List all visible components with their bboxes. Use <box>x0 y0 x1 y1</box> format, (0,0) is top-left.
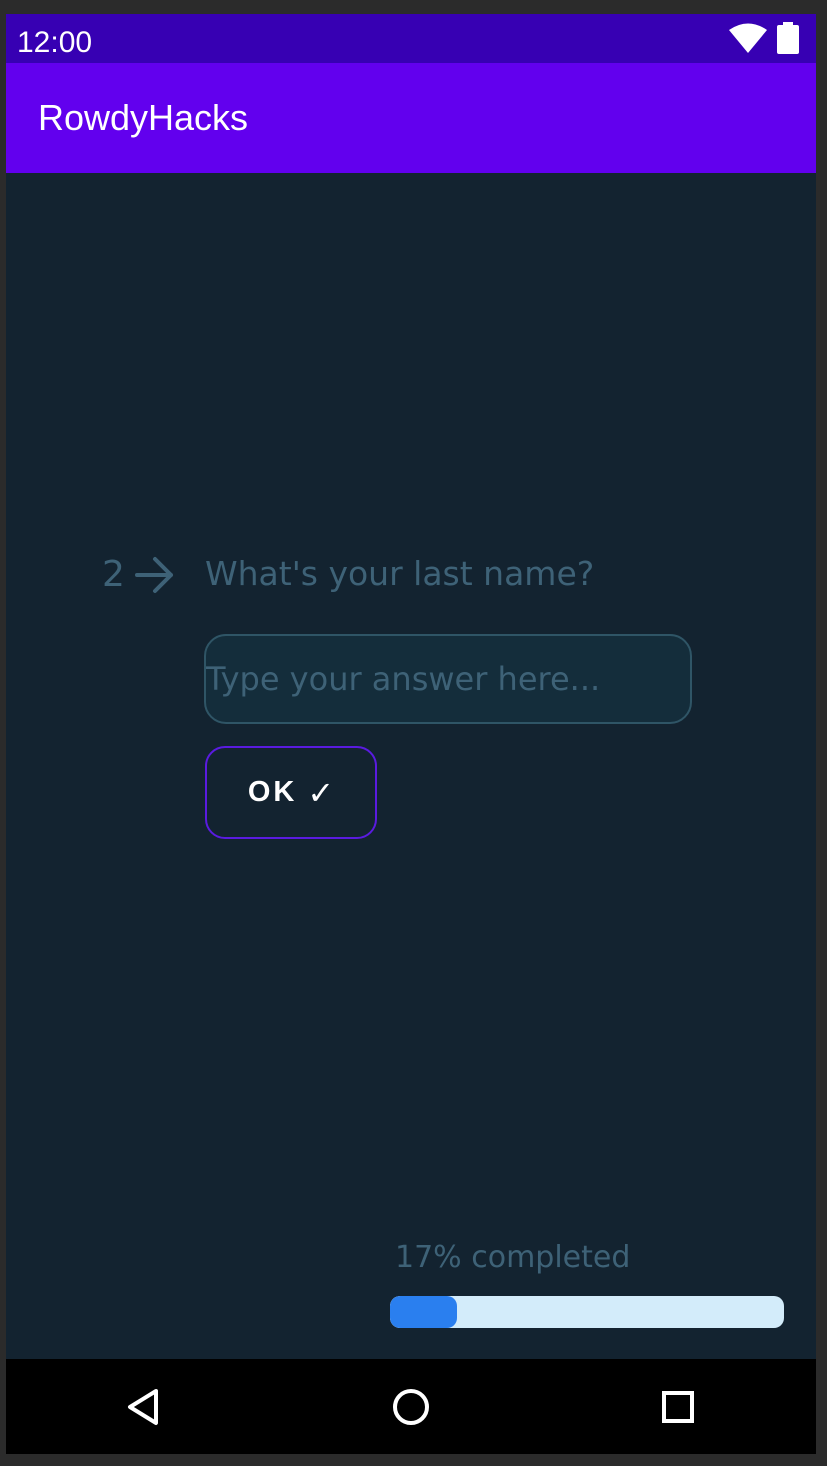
ok-button[interactable]: OK ✓ <box>205 746 377 839</box>
answer-input[interactable] <box>204 634 692 724</box>
navigation-bar <box>6 1359 816 1454</box>
progress-bar <box>390 1296 784 1328</box>
question-indicator: 2 <box>102 550 177 600</box>
progress-fill <box>390 1296 457 1328</box>
app-bar: RowdyHacks <box>6 63 816 173</box>
progress-label: 17% completed <box>395 1240 631 1275</box>
question-text: What's your last name? <box>205 554 595 593</box>
question-number: 2 <box>102 554 125 595</box>
status-icons <box>728 22 800 58</box>
status-bar: 12:00 <box>6 14 816 63</box>
phone-screen: 12:00 RowdyHacks 2 What's your last name… <box>6 14 816 1454</box>
recents-icon[interactable] <box>638 1359 718 1454</box>
home-icon[interactable] <box>371 1359 451 1454</box>
check-icon: ✓ <box>307 773 335 812</box>
wifi-icon <box>728 23 768 57</box>
battery-icon <box>776 22 800 58</box>
ok-button-label: OK <box>247 776 298 808</box>
back-icon[interactable] <box>104 1359 184 1454</box>
status-time: 12:00 <box>17 26 93 59</box>
arrow-right-icon <box>133 555 177 595</box>
app-title: RowdyHacks <box>38 97 249 138</box>
